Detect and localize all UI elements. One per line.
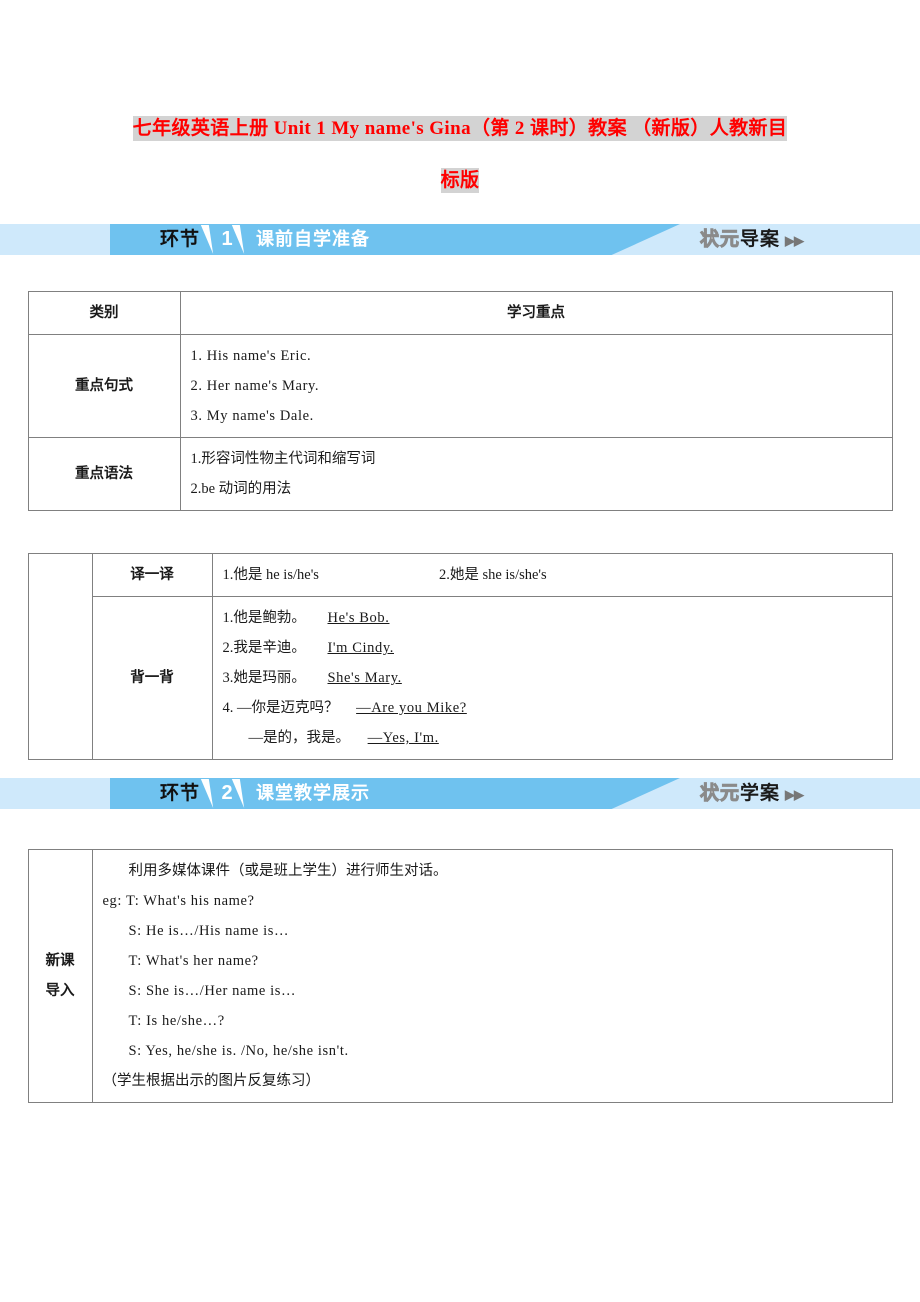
t2-recite-cn-4: 4. —你是迈克吗？ [222, 700, 339, 716]
section-banner-2: 环节 2 课堂教学展示 状元学案 ▶▶ [0, 778, 920, 809]
t2-recite-ans-1: He's Bob. [327, 610, 390, 626]
brand-light-1: 状元 [699, 229, 741, 251]
table-row: 重点句式 1. His name's Eric. 2. Her name's M… [27, 334, 893, 438]
brand-light-2: 状元 [699, 783, 741, 805]
t3-cell-content: 利用多媒体课件（或是班上学生）进行师生对话。 eg: T: What's his… [91, 849, 893, 1103]
page-title: 七年级英语上册 Unit 1 My name's Gina（第 2 课时）教案 … [0, 0, 920, 204]
banner-number-2: 2 [221, 782, 233, 804]
t1-sentence-2: 2. Her name's Mary. [190, 378, 320, 394]
t1-header-category: 类别 [27, 291, 181, 335]
table-row: 新课 导入 利用多媒体课件（或是班上学生）进行师生对话。 eg: T: What… [27, 849, 893, 1103]
t2-recite-line-2: 2.我是辛迪。 I'm Cindy. [223, 633, 882, 663]
double-arrow-icon: ▶▶ [785, 787, 804, 802]
table-row: 译一译 1.他是 he is/he's 2.她是 she is/she's [27, 553, 893, 760]
t3-line-8: （学生根据出示的图片反复练习） [102, 1073, 321, 1089]
t2-label-translate: 译一译 [91, 553, 213, 597]
table-row: 类别 学习重点 [27, 291, 893, 335]
lesson-intro-table: 新课 导入 利用多媒体课件（或是班上学生）进行师生对话。 eg: T: What… [27, 849, 893, 1103]
t2-label-recite: 背一背 [91, 596, 213, 760]
t2-recite-line-5: —是的，我是。 —Yes, I'm. [223, 723, 882, 753]
table3-wrapper: 新课 导入 利用多媒体课件（或是班上学生）进行师生对话。 eg: T: What… [0, 849, 920, 1103]
t2-recite-line-1: 1.他是鲍勃。 He's Bob. [223, 603, 882, 633]
t3-line-1: 利用多媒体课件（或是班上学生）进行师生对话。 [128, 863, 448, 879]
brand-bold-2: 学案 [740, 783, 781, 804]
t3-line-4: T: What's her name? [128, 953, 259, 969]
table2-wrapper: 译一译 1.他是 he is/he's 2.她是 she is/she's 背一背… [0, 553, 920, 760]
t3-line-3: S: He is…/His name is… [128, 923, 290, 939]
double-arrow-icon: ▶▶ [785, 233, 804, 248]
t2-cell-translate: 1.他是 he is/he's 2.她是 she is/she's [211, 553, 893, 597]
t1-label-sentences: 重点句式 [27, 334, 181, 438]
t1-header-focus: 学习重点 [179, 291, 893, 335]
table-row: 重点语法 1.形容词性物主代词和缩写词 2.be 动词的用法 [27, 437, 893, 511]
t2-recite-line-3: 3.她是玛丽。 She's Mary. [223, 663, 882, 693]
banner-brand-2: 状元学案 ▶▶ [699, 778, 804, 809]
t2-recite-cn-2: 2.我是辛迪。 [222, 640, 306, 656]
study-focus-table: 类别 学习重点 重点句式 1. His name's Eric. 2. Her … [27, 291, 893, 511]
banner-brand-1: 状元导案 ▶▶ [699, 224, 804, 255]
brand-bold-1: 导案 [740, 229, 781, 250]
banner-number-badge-1: 1 [200, 224, 249, 255]
t1-grammar-2: 2.be 动词的用法 [190, 481, 292, 497]
t2-spacer-cell [27, 553, 93, 760]
banner-number-1: 1 [221, 228, 233, 250]
t1-grammar-1: 1.形容词性物主代词和缩写词 [190, 451, 376, 467]
table1-wrapper: 类别 学习重点 重点句式 1. His name's Eric. 2. Her … [0, 291, 920, 511]
practice-table: 译一译 1.他是 he is/he's 2.她是 she is/she's 背一背… [27, 553, 893, 760]
t2-translate-item-a: 1.他是 he is/he's [222, 567, 319, 583]
t2-recite-line-4: 4. —你是迈克吗？ —Are you Mike? [223, 693, 882, 723]
section-banner-1: 环节 1 课前自学准备 状元导案 ▶▶ [0, 224, 920, 255]
t3-line-5: S: She is…/Her name is… [128, 983, 297, 999]
t2-recite-cn-5: —是的，我是。 [248, 730, 351, 746]
t2-recite-cn-1: 1.他是鲍勃。 [222, 610, 306, 626]
banner-label-2: 课堂教学展示 [256, 783, 370, 803]
t1-cell-sentences: 1. His name's Eric. 2. Her name's Mary. … [179, 334, 893, 438]
t3-label-new-lesson: 新课 导入 [27, 849, 93, 1103]
banner-prefix-1: 环节 [160, 229, 201, 250]
t2-recite-ans-5: —Yes, I'm. [367, 730, 439, 746]
t1-sentence-3: 3. My name's Dale. [190, 408, 314, 424]
page-title-line2: 标版 [440, 168, 480, 193]
banner-prefix-2: 环节 [160, 783, 201, 804]
t1-sentence-1: 1. His name's Eric. [190, 348, 312, 364]
t2-cell-recite: 1.他是鲍勃。 He's Bob. 2.我是辛迪。 I'm Cindy. 3.她… [211, 596, 893, 760]
t2-translate-item-b: 2.她是 she is/she's [438, 567, 547, 583]
t1-label-grammar: 重点语法 [27, 437, 181, 511]
t2-recite-ans-2: I'm Cindy. [327, 640, 394, 656]
t2-recite-ans-3: She's Mary. [327, 670, 402, 686]
t3-label-line2: 导入 [45, 983, 75, 999]
t2-recite-ans-4: —Are you Mike? [356, 700, 467, 716]
table-row: 背一背 1.他是鲍勃。 He's Bob. 2.我是辛迪。 I'm Cindy.… [28, 596, 893, 760]
t3-line-6: T: Is he/she…? [128, 1013, 225, 1029]
t3-line-2: eg: T: What's his name? [102, 893, 255, 909]
banner-number-badge-2: 2 [200, 778, 249, 809]
t1-cell-grammar: 1.形容词性物主代词和缩写词 2.be 动词的用法 [179, 437, 893, 511]
page-title-line1: 七年级英语上册 Unit 1 My name's Gina（第 2 课时）教案 … [132, 116, 788, 141]
t3-line-7: S: Yes, he/she is. /No, he/she isn't. [128, 1043, 349, 1059]
t2-recite-cn-3: 3.她是玛丽。 [222, 670, 306, 686]
banner-label-1: 课前自学准备 [256, 229, 370, 249]
t3-label-line1: 新课 [45, 953, 75, 969]
